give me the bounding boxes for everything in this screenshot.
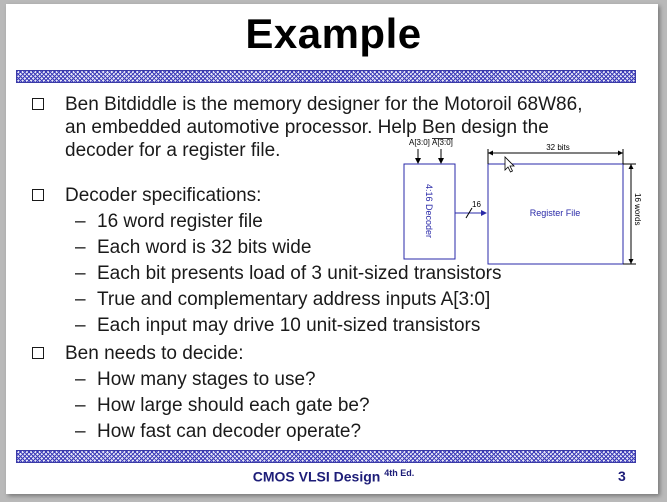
address-input-label: A[3:0]	[409, 138, 430, 147]
width-arrow-left	[488, 150, 493, 156]
footer-edition: 4th Ed.	[384, 468, 415, 478]
page-number: 3	[618, 468, 626, 484]
footer-course-title: CMOS VLSI Design 4th Ed.	[0, 468, 667, 485]
width-arrow-right	[618, 150, 623, 156]
decoder-label: 4:16 Decoder	[424, 184, 434, 238]
decoder-register-diagram: A[3:0] A[3:0] 4:16 Decoder 16 Register F…	[403, 138, 642, 265]
register-file-label: Register File	[530, 208, 581, 218]
width-label: 32 bits	[546, 143, 570, 152]
bottom-divider	[16, 450, 636, 463]
height-arrow-bottom	[628, 259, 634, 264]
height-label: 16 words	[633, 193, 642, 225]
footer-course: CMOS VLSI Design	[252, 468, 381, 485]
bus-width-label: 16	[472, 200, 481, 209]
address-bar-input-label: A[3:0]	[432, 138, 453, 147]
height-arrow-top	[628, 164, 634, 169]
